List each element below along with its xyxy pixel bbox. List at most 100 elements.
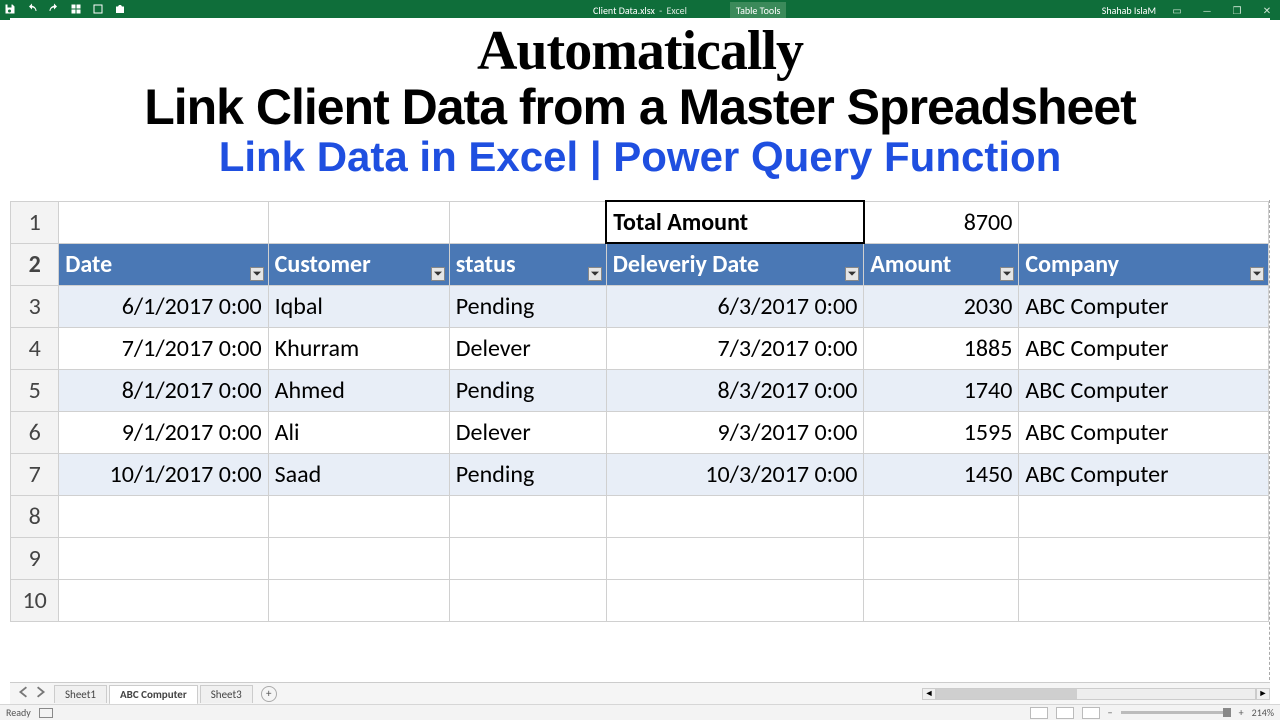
cell-company[interactable]: ABC Computer [1019,369,1269,411]
filter-icon[interactable] [1000,267,1014,281]
cell[interactable] [59,201,268,243]
filter-icon[interactable] [431,267,445,281]
cell-date[interactable]: 8/1/2017 0:00 [59,369,268,411]
cell-status[interactable]: Pending [449,285,606,327]
cell-status[interactable]: Pending [449,453,606,495]
cell-date[interactable]: 9/1/2017 0:00 [59,411,268,453]
scroll-track[interactable] [936,688,1256,700]
context-tab-table-tools[interactable]: Table Tools [730,2,786,19]
cell-status[interactable]: Delever [449,411,606,453]
cell-date[interactable]: 6/1/2017 0:00 [59,285,268,327]
close-icon[interactable]: ✕ [1258,3,1276,17]
cell-amount[interactable]: 1740 [864,369,1019,411]
tab-prev-icon[interactable] [18,686,30,701]
title-center: Client Data.xlsx - Excel [593,4,687,17]
cell-delivery[interactable]: 6/3/2017 0:00 [606,285,864,327]
row-header[interactable]: 5 [11,369,59,411]
cell-amount[interactable]: 2030 [864,285,1019,327]
cell[interactable] [449,201,606,243]
cell[interactable] [268,201,449,243]
scroll-thumb[interactable] [937,689,1077,699]
qat-icon[interactable] [92,3,104,18]
filter-icon[interactable] [1250,267,1264,281]
col-header-customer[interactable]: Customer [268,243,449,285]
cell[interactable] [1019,201,1269,243]
row-header[interactable]: 4 [11,327,59,369]
cell-delivery[interactable]: 10/3/2017 0:00 [606,453,864,495]
scroll-right-icon[interactable]: ► [1256,688,1270,700]
zoom-slider[interactable] [1121,711,1231,714]
qat-icon[interactable] [70,3,82,18]
row-header[interactable]: 2 [11,243,59,285]
row-1: 1 Total Amount 8700 [11,201,1269,243]
status-ready: Ready [6,706,31,719]
filter-icon[interactable] [588,267,602,281]
app-name: Excel [666,4,687,17]
cell-status[interactable]: Delever [449,327,606,369]
cell-customer[interactable]: Ali [268,411,449,453]
col-header-date[interactable]: Date [59,243,268,285]
macro-record-icon[interactable] [39,708,53,718]
file-name: Client Data.xlsx [593,4,655,17]
cell-customer[interactable]: Khurram [268,327,449,369]
cell-customer[interactable]: Iqbal [268,285,449,327]
view-page-break-icon[interactable] [1082,707,1100,719]
cell-delivery[interactable]: 8/3/2017 0:00 [606,369,864,411]
cell-customer[interactable]: Ahmed [268,369,449,411]
filter-icon[interactable] [845,267,859,281]
ribbon-display-icon[interactable]: ▭ [1168,3,1186,17]
cell-amount[interactable]: 1450 [864,453,1019,495]
save-icon[interactable] [4,3,16,18]
cell-company[interactable]: ABC Computer [1019,285,1269,327]
total-label-cell[interactable]: Total Amount [606,201,864,243]
zoom-out-icon[interactable]: − [1108,706,1113,719]
cell-company[interactable]: ABC Computer [1019,327,1269,369]
cell-company[interactable]: ABC Computer [1019,453,1269,495]
status-bar: Ready − + 214% [0,704,1280,720]
new-sheet-button[interactable]: + [261,686,277,702]
row-header[interactable]: 7 [11,453,59,495]
cell-customer[interactable]: Saad [268,453,449,495]
sheet-tab-active[interactable]: ABC Computer [109,685,198,705]
row-header[interactable]: 10 [11,579,59,621]
tab-next-icon[interactable] [34,686,46,701]
col-header-company[interactable]: Company [1019,243,1269,285]
table-row: 6 9/1/2017 0:00 Ali Delever 9/3/2017 0:0… [11,411,1269,453]
cell-status[interactable]: Pending [449,369,606,411]
row-header[interactable]: 3 [11,285,59,327]
redo-icon[interactable] [48,3,60,18]
cell-amount[interactable]: 1595 [864,411,1019,453]
overlay-title-card: Automatically Link Client Data from a Ma… [10,18,1270,188]
maximize-icon[interactable]: ❐ [1228,3,1246,17]
camera-icon[interactable] [114,3,126,18]
total-value-cell[interactable]: 8700 [864,201,1019,243]
row-header[interactable]: 1 [11,201,59,243]
zoom-level[interactable]: 214% [1252,706,1274,719]
row-header[interactable]: 9 [11,537,59,579]
sheet-tab[interactable]: Sheet3 [200,685,253,703]
cell-delivery[interactable]: 9/3/2017 0:00 [606,411,864,453]
col-header-amount[interactable]: Amount [864,243,1019,285]
view-normal-icon[interactable] [1030,707,1048,719]
scroll-left-icon[interactable]: ◄ [922,688,936,700]
filter-icon[interactable] [250,267,264,281]
col-header-status[interactable]: status [449,243,606,285]
cell-delivery[interactable]: 7/3/2017 0:00 [606,327,864,369]
cell-amount[interactable]: 1885 [864,327,1019,369]
cell-date[interactable]: 10/1/2017 0:00 [59,453,268,495]
cell-date[interactable]: 7/1/2017 0:00 [59,327,268,369]
zoom-in-icon[interactable]: + [1239,706,1244,719]
spreadsheet-grid[interactable]: 1 Total Amount 8700 2 Date Customer stat… [10,200,1270,680]
horizontal-scrollbar[interactable]: ◄ ► [922,688,1270,700]
minimize-icon[interactable]: — [1198,3,1216,17]
quick-access-toolbar [4,3,126,18]
col-header-delivery[interactable]: Deleveriy Date [606,243,864,285]
undo-icon[interactable] [26,3,38,18]
table-row: 4 7/1/2017 0:00 Khurram Delever 7/3/2017… [11,327,1269,369]
row-header[interactable]: 8 [11,495,59,537]
overlay-line3: Link Data in Excel | Power Query Functio… [10,133,1270,181]
row-header[interactable]: 6 [11,411,59,453]
sheet-tab[interactable]: Sheet1 [54,685,107,703]
view-page-layout-icon[interactable] [1056,707,1074,719]
cell-company[interactable]: ABC Computer [1019,411,1269,453]
